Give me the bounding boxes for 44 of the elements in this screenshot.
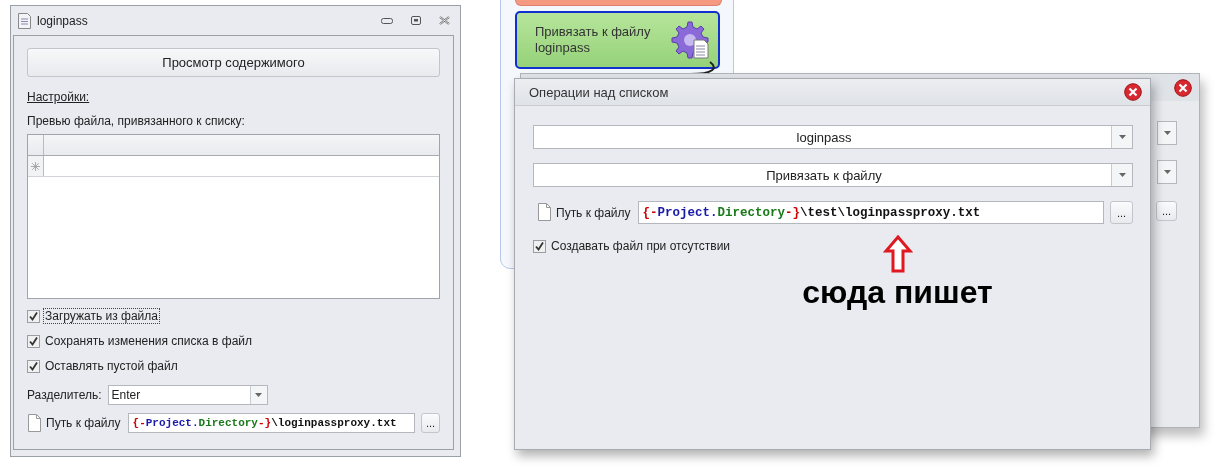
browse-button[interactable]: ... (1110, 201, 1133, 224)
view-contents-button[interactable]: Просмотр содержимого (27, 48, 440, 77)
checkbox[interactable] (27, 309, 40, 323)
separator-dropdown[interactable]: Enter (107, 385, 268, 405)
close-icon (1174, 78, 1192, 97)
asterisk-icon (31, 161, 40, 171)
up-arrow-icon (882, 235, 913, 273)
checkbox[interactable] (533, 239, 546, 253)
dropdown-button[interactable] (1157, 121, 1177, 145)
checkbox[interactable] (27, 359, 40, 373)
field-label: Путь к файлу (556, 205, 631, 220)
dropdown-arrow-icon (1118, 173, 1126, 177)
file-path-field[interactable]: {-Project.Directory-}\test\loginpassproxy.txt (637, 201, 1104, 224)
gear-document-icon (670, 20, 710, 60)
settings-link[interactable]: Настройки: (27, 90, 90, 104)
file-path-field[interactable]: {-Project.Directory-}\loginpassproxy.txt (127, 413, 415, 433)
maximize-icon (411, 16, 421, 25)
document-icon (18, 12, 31, 29)
window-title: loginpass (37, 13, 89, 28)
checkbox-label[interactable]: Создавать файл при отсутствии (549, 238, 733, 254)
dropdown-arrow-icon (1118, 135, 1126, 139)
browse-button[interactable]: ... (421, 413, 440, 433)
list-dropdown[interactable]: loginpass (533, 125, 1133, 149)
file-icon (537, 203, 552, 222)
dropdown-arrow-icon (255, 393, 263, 397)
action-dropdown[interactable]: Привязать к файлу (533, 163, 1133, 187)
checkbox[interactable] (27, 334, 40, 348)
checkbox-label[interactable]: Сохранять изменения списка в файл (43, 333, 255, 349)
preview-label: Превью файла, привязанного к списку: (27, 114, 246, 128)
checkbox-label[interactable]: Загружать из файла (43, 308, 160, 324)
browse-button[interactable]: ... (1156, 201, 1177, 221)
field-label: Путь к файлу (46, 416, 121, 430)
checkbox-label[interactable]: Оставлять пустой файл (43, 358, 180, 374)
close-icon (1124, 83, 1142, 101)
action-block[interactable]: Привязать к файлу loginpass (515, 11, 720, 69)
annotation-text: сюда пишет (802, 274, 993, 311)
field-label: Разделитель: (27, 388, 102, 402)
file-icon (27, 413, 42, 433)
dialog-title: Операции над списком (529, 84, 670, 100)
dropdown-arrow-icon (1163, 131, 1171, 135)
dropdown-arrow-icon (1163, 170, 1171, 174)
dropdown-button[interactable] (1157, 160, 1177, 184)
close-icon (439, 16, 450, 25)
minimize-icon (381, 17, 393, 24)
